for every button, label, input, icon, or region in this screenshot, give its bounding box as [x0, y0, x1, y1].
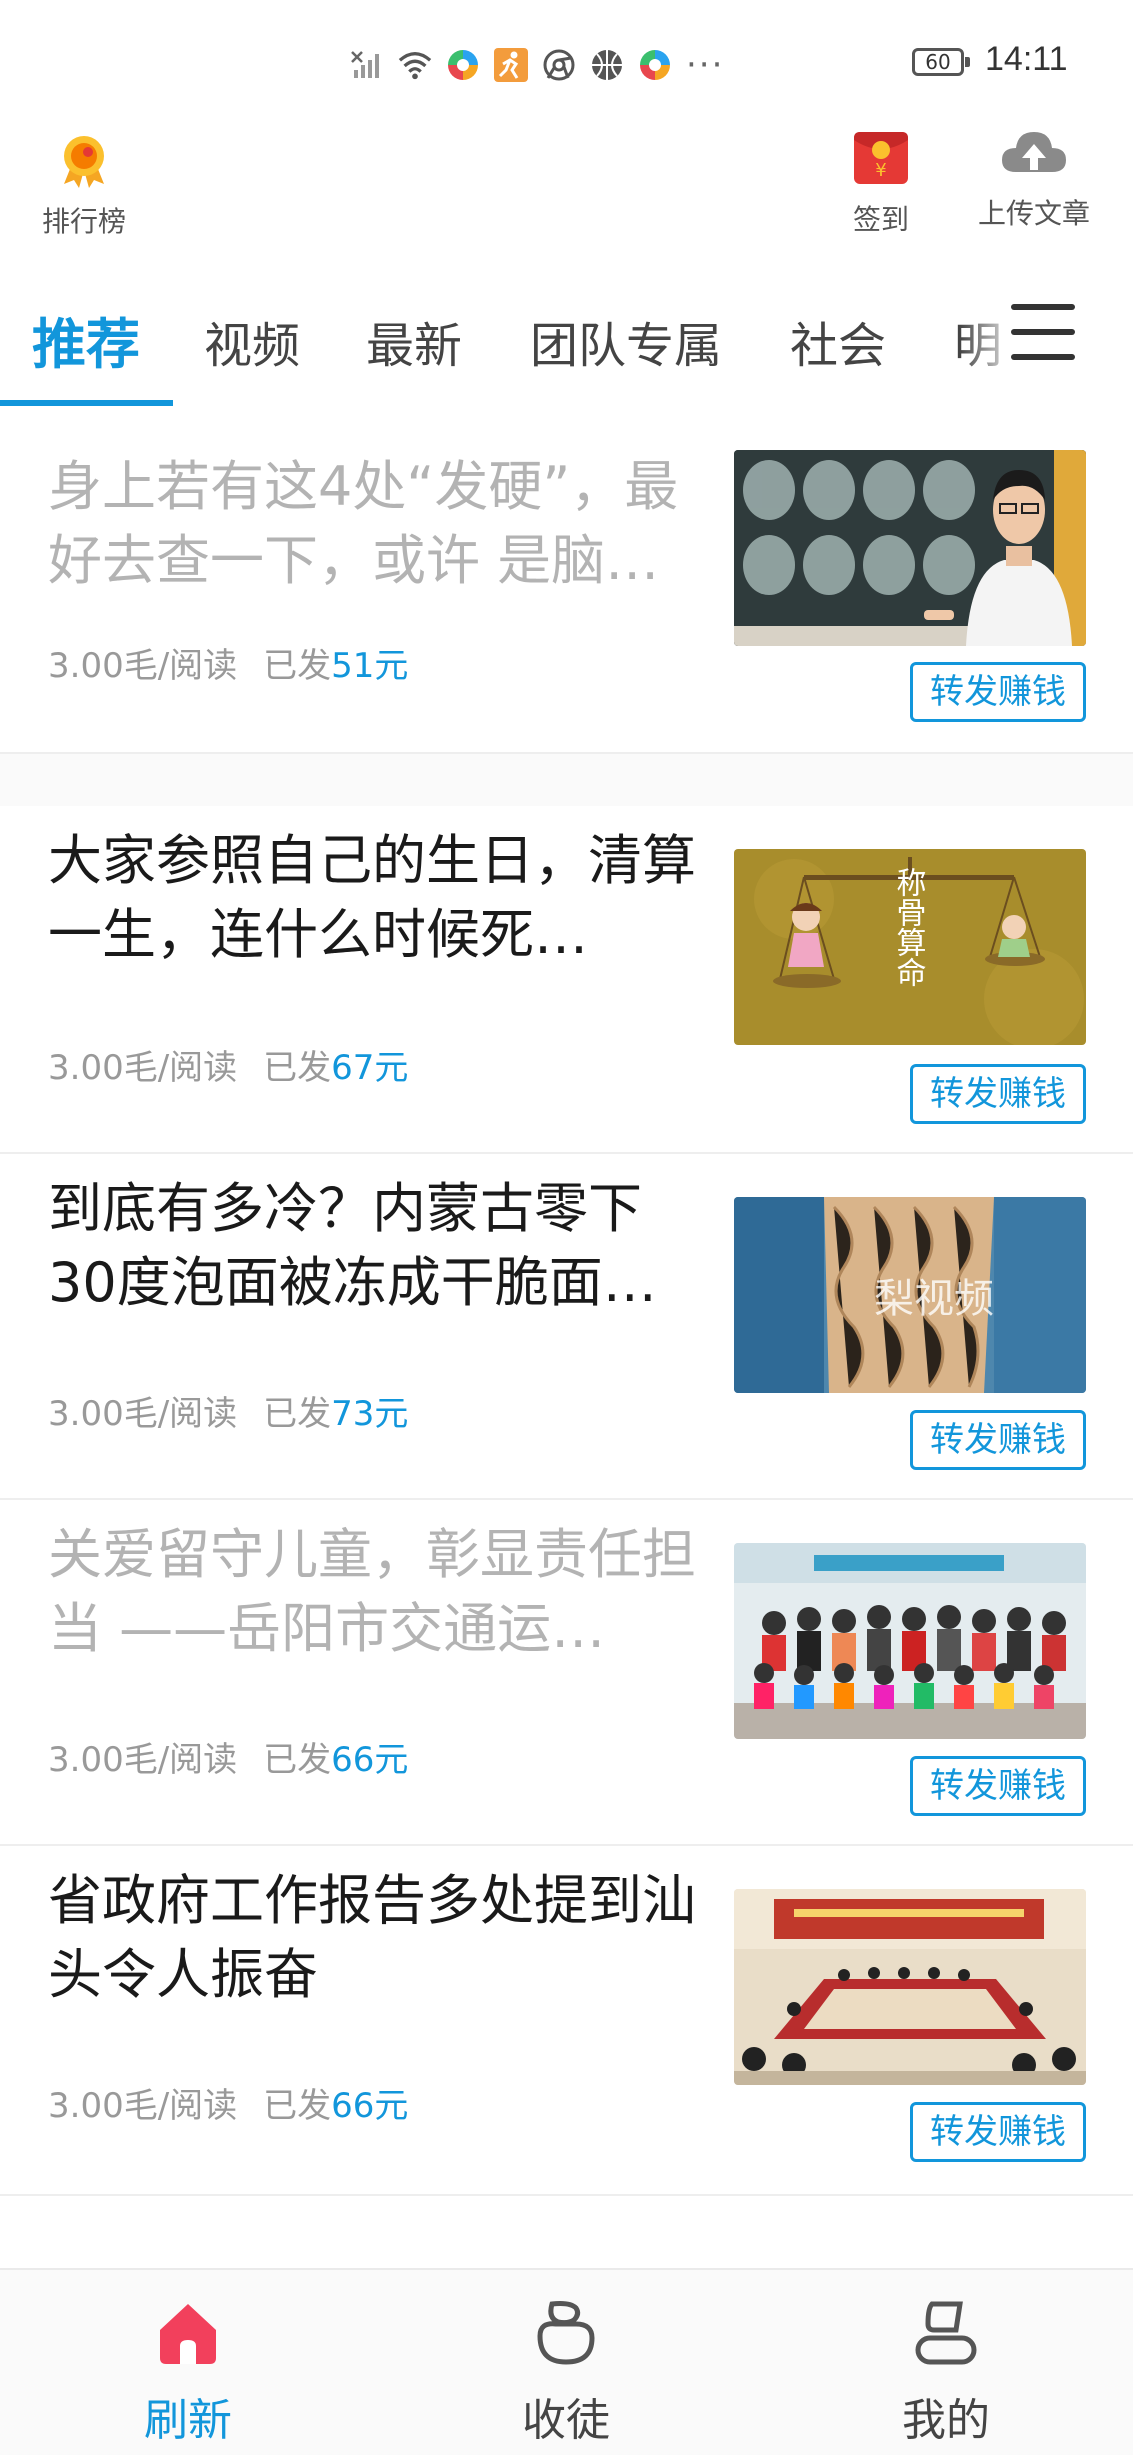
nav-profile-label: 我的	[902, 2395, 990, 2446]
tab-recommend[interactable]: 推荐	[32, 300, 140, 379]
basketball-icon	[590, 48, 624, 82]
share-earn-button[interactable]: 转发赚钱	[910, 1410, 1086, 1470]
price-per-read: 3.00毛/阅读	[48, 1740, 238, 1780]
sent-prefix: 已发	[263, 2086, 332, 2126]
chrome-icon	[542, 48, 576, 82]
profile-icon	[910, 2296, 982, 2368]
ranking-label: 排行榜	[42, 205, 127, 238]
medal-icon	[54, 130, 114, 194]
tab-video[interactable]: 视频	[204, 306, 300, 376]
app-notification-icon	[638, 48, 672, 82]
bottom-navigation: 刷新 收徒 我的	[0, 2268, 1133, 2455]
upload-label: 上传文章	[978, 197, 1091, 230]
article-meta: 3.00毛/阅读 已发73元	[48, 1386, 408, 1435]
sent-prefix: 已发	[263, 646, 332, 686]
price-per-read: 3.00毛/阅读	[48, 1394, 238, 1434]
article-card[interactable]: 身上若有这4处“发硬”，最好去查一下，或许 是脑… 3.00毛/阅读 已发51元 …	[0, 430, 1133, 754]
app-notification-icon	[446, 48, 480, 82]
article-title[interactable]: 省政府工作报告多处提到汕头令人振奋	[48, 1864, 698, 2012]
wifi-icon	[398, 48, 432, 82]
article-meta: 3.00毛/阅读 已发67元	[48, 1040, 408, 1089]
svg-text:¥: ¥	[875, 160, 886, 181]
article-thumbnail[interactable]	[734, 1543, 1086, 1739]
price-per-read: 3.00毛/阅读	[48, 1048, 238, 1088]
share-earn-button[interactable]: 转发赚钱	[910, 1064, 1086, 1124]
sent-prefix: 已发	[263, 1048, 332, 1088]
article-title[interactable]: 关爱留守儿童，彰显责任担当 ——岳阳市交通运…	[48, 1518, 698, 1666]
cloud-upload-icon	[1000, 126, 1068, 186]
nav-profile[interactable]: 我的	[846, 2270, 1046, 2455]
tab-team-exclusive[interactable]: 团队专属	[530, 306, 722, 376]
article-card[interactable]: 到底有多冷？内蒙古零下30度泡面被冻成干脆面… 梨视频 3.00毛/阅读 已发73…	[0, 1152, 1133, 1500]
article-meta: 3.00毛/阅读 已发66元	[48, 1732, 408, 1781]
signin-label: 签到	[852, 203, 909, 236]
sent-amount: 66元	[331, 1740, 409, 1780]
menu-icon[interactable]	[1005, 300, 1081, 364]
sent-prefix: 已发	[263, 1740, 332, 1780]
status-bar: ··· 60 14:11	[0, 0, 1133, 120]
article-meta: 3.00毛/阅读 已发66元	[48, 2078, 408, 2127]
red-envelope-icon: ¥	[850, 126, 912, 192]
battery-indicator: 60	[912, 48, 970, 76]
article-meta: 3.00毛/阅读 已发51元	[48, 638, 408, 687]
nav-apprentice[interactable]: 收徒	[466, 2270, 666, 2455]
sent-amount: 67元	[331, 1048, 409, 1088]
article-card[interactable]: 关爱留守儿童，彰显责任担当 ——岳阳市交通运… 3.00毛/阅读 已发66元 转…	[0, 1498, 1133, 1846]
article-thumbnail[interactable]	[734, 450, 1086, 646]
sent-amount: 66元	[331, 2086, 409, 2126]
sent-amount: 51元	[331, 646, 409, 686]
share-earn-button[interactable]: 转发赚钱	[910, 2102, 1086, 2162]
fitness-icon	[494, 48, 528, 82]
more-notifications: ···	[686, 45, 725, 85]
apprentice-icon	[530, 2296, 602, 2368]
home-icon	[152, 2296, 224, 2368]
article-thumbnail[interactable]: 称骨算命	[734, 849, 1086, 1045]
nav-refresh[interactable]: 刷新	[88, 2270, 288, 2455]
tab-latest[interactable]: 最新	[366, 306, 462, 376]
article-title[interactable]: 身上若有这4处“发硬”，最好去查一下，或许 是脑…	[48, 450, 698, 598]
share-earn-button[interactable]: 转发赚钱	[910, 1756, 1086, 1816]
article-card[interactable]: 省政府工作报告多处提到汕头令人振奋 3.00毛/阅读 已发66元 转发赚钱	[0, 1844, 1133, 2196]
ranking-button[interactable]: 排行榜	[42, 130, 126, 240]
active-tab-indicator	[0, 400, 173, 406]
article-thumbnail[interactable]: 梨视频	[734, 1197, 1086, 1393]
clock: 14:11	[985, 40, 1068, 78]
no-sim-icon	[350, 48, 384, 82]
tab-society[interactable]: 社会	[790, 306, 886, 376]
nav-refresh-label: 刷新	[144, 2395, 232, 2446]
watermark-text: 梨视频	[874, 1276, 994, 1322]
article-title[interactable]: 到底有多冷？内蒙古零下30度泡面被冻成干脆面…	[48, 1172, 698, 1320]
article-thumbnail[interactable]	[734, 1889, 1086, 2085]
section-divider	[0, 752, 1133, 806]
sent-amount: 73元	[331, 1394, 409, 1434]
article-card[interactable]: 大家参照自己的生日，清算一生，连什么时候死… 称骨算命 3.00毛/阅读 已发67…	[0, 804, 1133, 1154]
status-icons: ···	[350, 40, 724, 90]
nav-apprentice-label: 收徒	[522, 2395, 610, 2446]
share-earn-button[interactable]: 转发赚钱	[910, 662, 1086, 722]
upload-article-button[interactable]: 上传文章	[978, 126, 1090, 232]
article-title[interactable]: 大家参照自己的生日，清算一生，连什么时候死…	[48, 824, 698, 972]
signin-button[interactable]: ¥ 签到	[850, 126, 912, 238]
price-per-read: 3.00毛/阅读	[48, 646, 238, 686]
thumbnail-caption: 称骨算命	[891, 867, 927, 987]
price-per-read: 3.00毛/阅读	[48, 2086, 238, 2126]
sent-prefix: 已发	[263, 1394, 332, 1434]
